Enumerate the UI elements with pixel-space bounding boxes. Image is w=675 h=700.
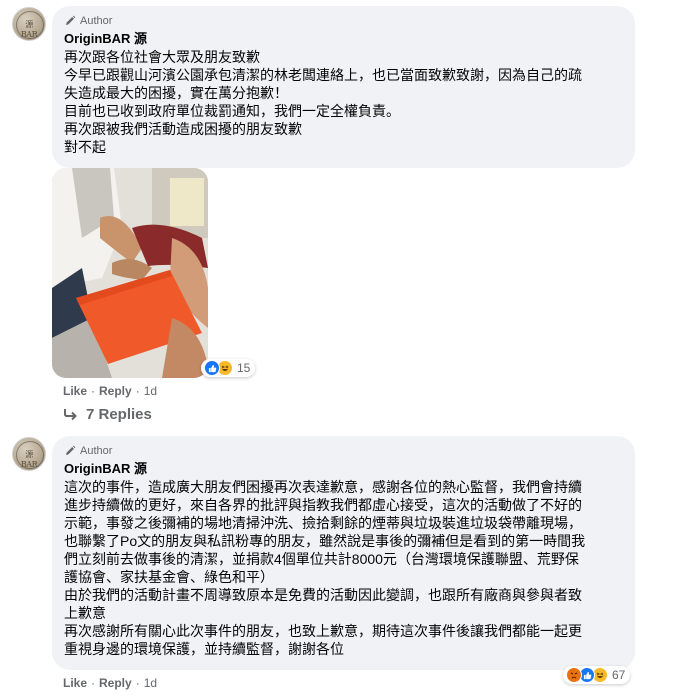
timestamp[interactable]: 1d	[144, 676, 157, 690]
author-badge-label: Author	[80, 445, 113, 457]
separator: ·	[135, 676, 140, 690]
author-badge-label: Author	[80, 15, 113, 27]
comment-line: 對不起	[64, 139, 106, 155]
comment-line: 失造成最大的困擾，實在萬分抱歉！	[64, 85, 288, 101]
comment-line: 護協會、家扶基金會、綠色和平）	[64, 569, 274, 585]
comment-bubble: Author OriginBAR 源 再次跟各位社會大眾及朋友致歉 今早已跟觀山…	[52, 6, 635, 168]
comment-line: 今早已跟觀山河濱公園承包清潔的林老闆連絡上，也已當面致歉致謝，因為自己的疏	[64, 67, 582, 83]
photo-illustration	[52, 168, 208, 378]
commenter-name[interactable]: OriginBAR 源	[64, 31, 623, 47]
comment-actions: Like · Reply · 1d	[63, 384, 157, 398]
separator: ·	[91, 384, 96, 398]
separator: ·	[135, 384, 140, 398]
comment-bubble: Author OriginBAR 源 這次的事件，造成廣大朋友們困擾再次表達歉意…	[52, 436, 635, 670]
reply-arrow-icon	[64, 408, 77, 420]
reaction-count: 67	[612, 668, 626, 682]
avatar[interactable]: 源BAR	[12, 7, 46, 41]
avatar-logo-mark: 源BAR	[20, 20, 38, 39]
avatar-logo-mark: 源BAR	[20, 450, 38, 469]
comment-reactions[interactable]: 67	[563, 666, 631, 684]
view-replies-label: 7 Replies	[86, 406, 152, 423]
reaction-count: 15	[237, 361, 251, 375]
reply-button[interactable]: Reply	[99, 676, 132, 690]
like-button[interactable]: Like	[63, 384, 87, 398]
comment-text: 這次的事件，造成廣大朋友們困擾再次表達歉意，感謝各位的熱心監督，我們會持續 進步…	[64, 478, 623, 658]
comment-line: 再次感謝所有關心此次事件的朋友，也致上歉意，期待這次事件後讓我們都能一起更	[64, 623, 582, 639]
comment-line: 進步持續做的更好，來自各界的批評與指教我們都虛心接受，這次的活動做了不好的	[64, 497, 582, 513]
like-button[interactable]: Like	[63, 676, 87, 690]
comment-line: 示範，事發之後彌補的場地清掃沖洗、撿拾剩餘的煙蒂與垃圾裝進垃圾袋帶離現場，	[64, 515, 582, 531]
comment-actions: Like · Reply · 1d	[63, 676, 157, 690]
comment-line: 再次跟各位社會大眾及朋友致歉	[64, 49, 260, 65]
comment-line: 再次跟被我們活動造成困擾的朋友致歉	[64, 121, 302, 137]
timestamp[interactable]: 1d	[144, 384, 157, 398]
pencil-icon	[66, 445, 76, 455]
author-badge: Author	[64, 444, 623, 458]
avatar[interactable]: 源BAR	[12, 437, 46, 471]
author-badge: Author	[64, 14, 623, 28]
comment-photo[interactable]	[52, 168, 208, 378]
pencil-icon	[66, 15, 76, 25]
comment-line: 由於我們的活動計畫不周導致原本是免費的活動因此變調，也跟所有廠商與參與者致	[64, 587, 582, 603]
angry-reaction-icon	[566, 667, 582, 683]
separator: ·	[91, 676, 96, 690]
like-reaction-icon	[204, 360, 220, 376]
comment-line: 們立刻前去做事後的清潔，並捐款4個單位共計8000元（台灣環境保護聯盟、荒野保	[64, 551, 579, 567]
comment-line: 這次的事件，造成廣大朋友們困擾再次表達歉意，感謝各位的熱心監督，我們會持續	[64, 479, 582, 495]
comment-text: 再次跟各位社會大眾及朋友致歉 今早已跟觀山河濱公園承包清潔的林老闆連絡上，也已當…	[64, 48, 623, 156]
comment-line: 重視身邊的環境保護，並持續監督，謝謝各位	[64, 641, 344, 657]
comment-line: 也聯繫了Po文的朋友與私訊粉專的朋友，雖然說是事後的彌補但是看到的第一時間我	[64, 533, 586, 549]
reply-button[interactable]: Reply	[99, 384, 132, 398]
photo-reactions[interactable]: 15	[201, 359, 256, 377]
comment-line: 目前也已收到政府單位裁罰通知，我們一定全權負責。	[64, 103, 400, 119]
comment-line: 上歉意	[64, 605, 106, 621]
commenter-name[interactable]: OriginBAR 源	[64, 461, 623, 477]
view-replies-button[interactable]: 7 Replies	[64, 406, 152, 423]
